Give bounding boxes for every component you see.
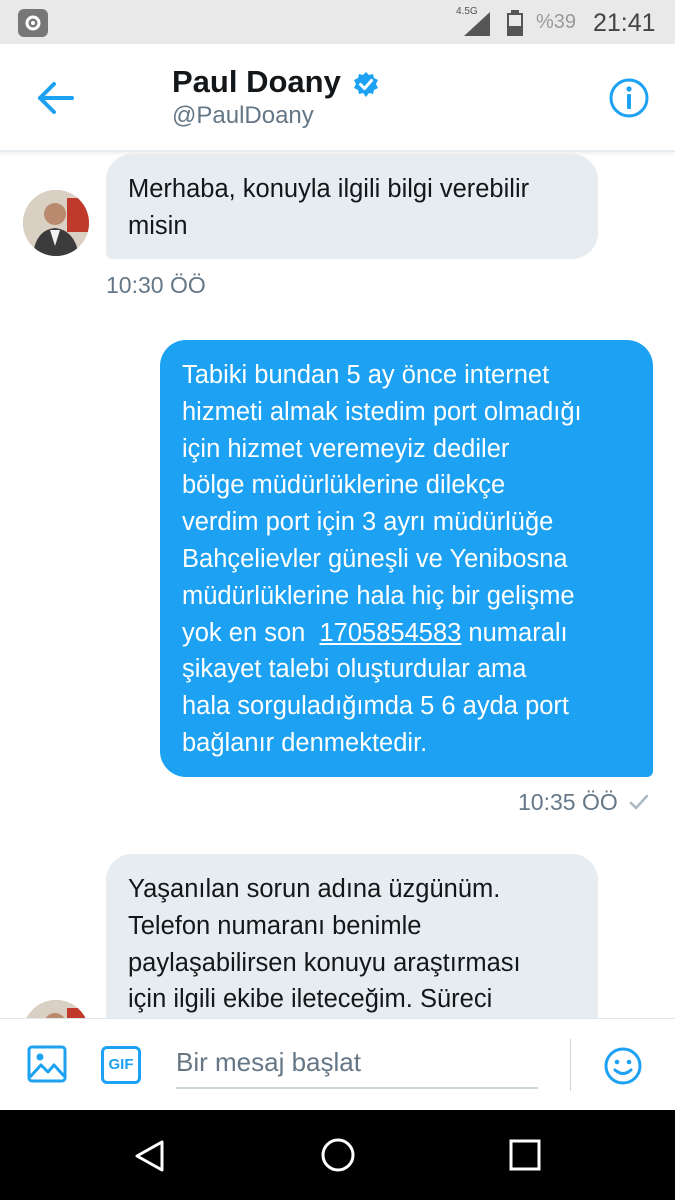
message-text-line: Telefon numaranı benimle bbox=[128, 911, 422, 940]
conversation-header: Paul Doany @PaulDoany bbox=[0, 44, 675, 152]
message-text-line: Yaşanılan sorun adına üzgünüm. bbox=[128, 875, 501, 903]
text-segment: numaralı bbox=[461, 618, 568, 647]
arrow-left-icon bbox=[38, 82, 74, 114]
system-navigation-bar bbox=[0, 1110, 675, 1200]
contact-name[interactable]: Paul Doany bbox=[172, 64, 341, 100]
smiley-icon bbox=[604, 1047, 642, 1085]
gif-button[interactable]: GIF bbox=[101, 1046, 141, 1084]
nav-home-icon[interactable] bbox=[320, 1137, 356, 1173]
message-thread[interactable]: Merhaba, konuyla ilgili bilgi verebilir … bbox=[0, 152, 675, 1018]
outgoing-message[interactable]: Tabiki bundan 5 ay önce internet hizmeti… bbox=[160, 340, 653, 777]
incoming-message[interactable]: Yaşanılan sorun adına üzgünüm. Telefon n… bbox=[106, 854, 598, 1018]
text-segment: yok en son bbox=[182, 618, 320, 647]
clock: 21:41 bbox=[593, 9, 656, 37]
message-text-line: bölge müdürlüklerine dilekçe bbox=[182, 471, 506, 500]
battery-percent: %39 bbox=[536, 11, 577, 33]
message-text-line: için ilgili ekibe ileteceğim. Süreci bbox=[128, 985, 493, 1014]
battery-icon bbox=[507, 10, 523, 36]
message-timestamp: 10:30 ÖÖ bbox=[106, 272, 206, 298]
message-text-line: Tabiki bundan 5 ay önce internet bbox=[182, 361, 550, 389]
message-timestamp: 10:35 ÖÖ bbox=[518, 789, 618, 815]
message-composer: GIF bbox=[0, 1018, 675, 1111]
back-button[interactable] bbox=[34, 78, 78, 118]
message-text-line: müdürlüklerine hala hiç bir gelişme bbox=[182, 581, 575, 610]
phone-number-link[interactable]: 1705854583 bbox=[320, 619, 462, 647]
message-text-line: paylaşabilirsen konuyu araştırması bbox=[128, 948, 521, 977]
app-notification-icon bbox=[18, 9, 48, 37]
info-button[interactable] bbox=[607, 76, 651, 120]
message-text-line: hala sorguladığımda 5 6 ayda port bbox=[182, 692, 570, 721]
contact-avatar[interactable] bbox=[23, 1000, 89, 1018]
verified-badge-icon bbox=[354, 72, 378, 97]
info-icon bbox=[609, 78, 649, 118]
divider bbox=[570, 1039, 571, 1091]
message-text-line: yok en son 1705854583 numaralı bbox=[182, 615, 653, 652]
message-text-line: hizmeti almak istedim port olmadığı bbox=[182, 397, 582, 426]
nav-back-icon[interactable] bbox=[132, 1138, 168, 1174]
message-text-line: Merhaba, konuyla ilgili bilgi verebilir bbox=[128, 175, 530, 203]
message-text-line: şikayet talebi oluşturdular ama bbox=[182, 655, 527, 684]
nav-recents-icon[interactable] bbox=[508, 1138, 542, 1172]
message-text-line: Bahçelievler güneşli ve Yenibosna bbox=[182, 544, 568, 573]
emoji-button[interactable] bbox=[603, 1046, 643, 1086]
checkmark-icon bbox=[629, 794, 649, 810]
add-photo-button[interactable] bbox=[26, 1043, 68, 1085]
message-input[interactable] bbox=[176, 1037, 538, 1089]
message-text-line: bağlanır denmektedir. bbox=[182, 728, 428, 757]
incoming-message[interactable]: Merhaba, konuyla ilgili bilgi verebilir … bbox=[106, 154, 598, 259]
status-bar: 4.5G %39 21:41 bbox=[0, 0, 675, 44]
signal-icon bbox=[464, 12, 490, 36]
message-text-line: için hizmet veremeyiz dediler bbox=[182, 434, 510, 463]
image-icon bbox=[27, 1045, 67, 1083]
contact-handle[interactable]: @PaulDoany bbox=[172, 102, 314, 130]
contact-avatar[interactable] bbox=[23, 190, 89, 256]
message-text-line: verdim port için 3 ayrı müdürlüğe bbox=[182, 508, 554, 537]
message-text-line: misin bbox=[128, 211, 188, 240]
